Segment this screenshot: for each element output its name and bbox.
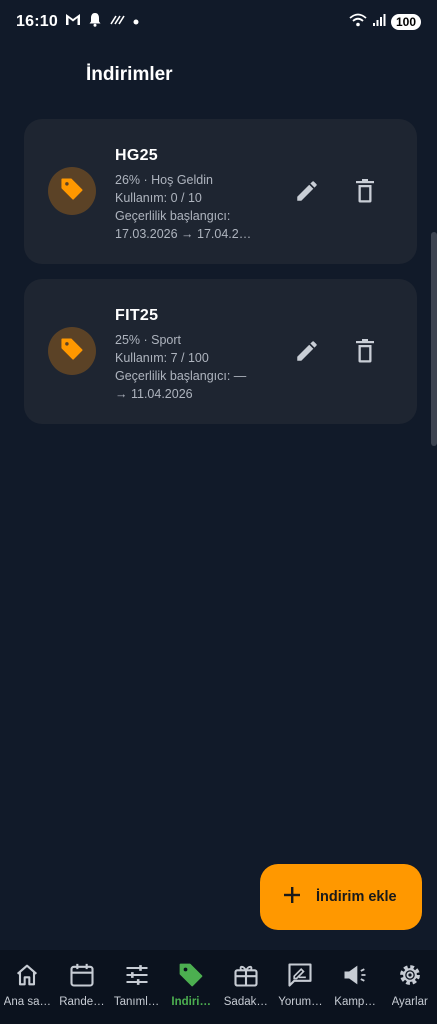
battery-icon: 100 — [390, 14, 421, 30]
nav-label: Kamp… — [334, 996, 376, 1008]
alarm-icon — [88, 12, 102, 32]
nfc-icon — [109, 13, 125, 31]
review-icon — [286, 960, 314, 990]
status-left: 16:10 — [16, 12, 140, 32]
tag-icon — [59, 176, 85, 207]
nav-item-settings[interactable]: Ayarlar — [382, 950, 437, 1024]
tag-icon — [177, 960, 205, 990]
page-title: İndirimler — [86, 64, 173, 85]
nav-item-appointments[interactable]: Rande… — [55, 950, 110, 1024]
nav-item-home[interactable]: Ana sa… — [0, 950, 55, 1024]
discount-card[interactable]: HG25 26% · Hoş Geldin Kullanım: 0 / 10 G… — [24, 119, 417, 264]
gmail-icon — [65, 13, 81, 31]
edit-button[interactable] — [289, 335, 325, 371]
delete-button[interactable] — [347, 175, 383, 211]
nav-item-reviews[interactable]: Yorum… — [273, 950, 328, 1024]
megaphone-icon — [341, 960, 369, 990]
gift-card-icon — [232, 960, 260, 990]
nav-label: Ayarlar — [391, 996, 428, 1008]
nav-label: Rande… — [59, 996, 105, 1008]
signal-icon — [372, 13, 386, 32]
discount-validity-label: Geçerlilik başlangıcı: — — [115, 369, 247, 383]
dot-icon — [132, 13, 140, 31]
delete-button[interactable] — [347, 335, 383, 371]
sliders-icon — [123, 960, 151, 990]
nav-item-discounts[interactable]: İndiri… — [164, 950, 219, 1024]
calendar-icon — [68, 960, 96, 990]
bottom-nav: Ana sa… Rande… Tanıml… İndiri… Sadak… Yo… — [0, 950, 437, 1024]
nav-item-campaigns[interactable]: Kamp… — [328, 950, 383, 1024]
add-discount-label: İndirim ekle — [316, 889, 397, 905]
nav-label: Tanıml… — [113, 996, 160, 1008]
status-bar: 16:10 100 — [0, 0, 437, 44]
delete-icon — [353, 178, 377, 209]
discount-summary: 25% · Sport — [115, 333, 182, 347]
home-icon — [13, 960, 41, 990]
discount-usage: Kullanım: 0 / 10 — [115, 191, 202, 205]
discount-code: FIT25 — [115, 307, 159, 324]
discount-usage: Kullanım: 7 / 100 — [115, 351, 209, 365]
discount-code: HG25 — [115, 147, 158, 164]
tag-avatar — [48, 327, 96, 375]
nav-label: Ana sa… — [3, 996, 51, 1008]
edit-icon — [294, 178, 320, 209]
delete-icon — [353, 338, 377, 369]
discount-validity-label: Geçerlilik başlangıcı: — [115, 209, 231, 223]
tag-avatar — [48, 167, 96, 215]
add-discount-button[interactable]: İndirim ekle — [260, 864, 422, 930]
discount-validity-range: 17.03.2026 → 17.04.2… — [115, 227, 252, 241]
edit-button[interactable] — [289, 175, 325, 211]
nav-item-definitions[interactable]: Tanıml… — [109, 950, 164, 1024]
nav-label: Yorum… — [278, 996, 323, 1008]
card-text: FIT25 25% · Sport Kullanım: 7 / 100 Geçe… — [115, 307, 285, 403]
plus-icon — [282, 885, 302, 909]
discount-summary: 26% · Hoş Geldin — [115, 173, 213, 187]
status-time: 16:10 — [16, 13, 58, 30]
edit-icon — [294, 338, 320, 369]
discount-card[interactable]: FIT25 25% · Sport Kullanım: 7 / 100 Geçe… — [24, 279, 417, 424]
nav-item-loyalty[interactable]: Sadak… — [219, 950, 274, 1024]
tag-icon — [59, 336, 85, 367]
status-right: 100 — [349, 13, 421, 32]
card-text: HG25 26% · Hoş Geldin Kullanım: 0 / 10 G… — [115, 147, 285, 243]
scrollbar[interactable] — [431, 232, 437, 446]
nav-label: İndiri… — [171, 996, 211, 1008]
discount-validity-range: → 11.04.2026 — [115, 387, 193, 401]
wifi-icon — [349, 13, 367, 32]
gear-icon — [396, 960, 424, 990]
nav-label: Sadak… — [223, 996, 268, 1008]
